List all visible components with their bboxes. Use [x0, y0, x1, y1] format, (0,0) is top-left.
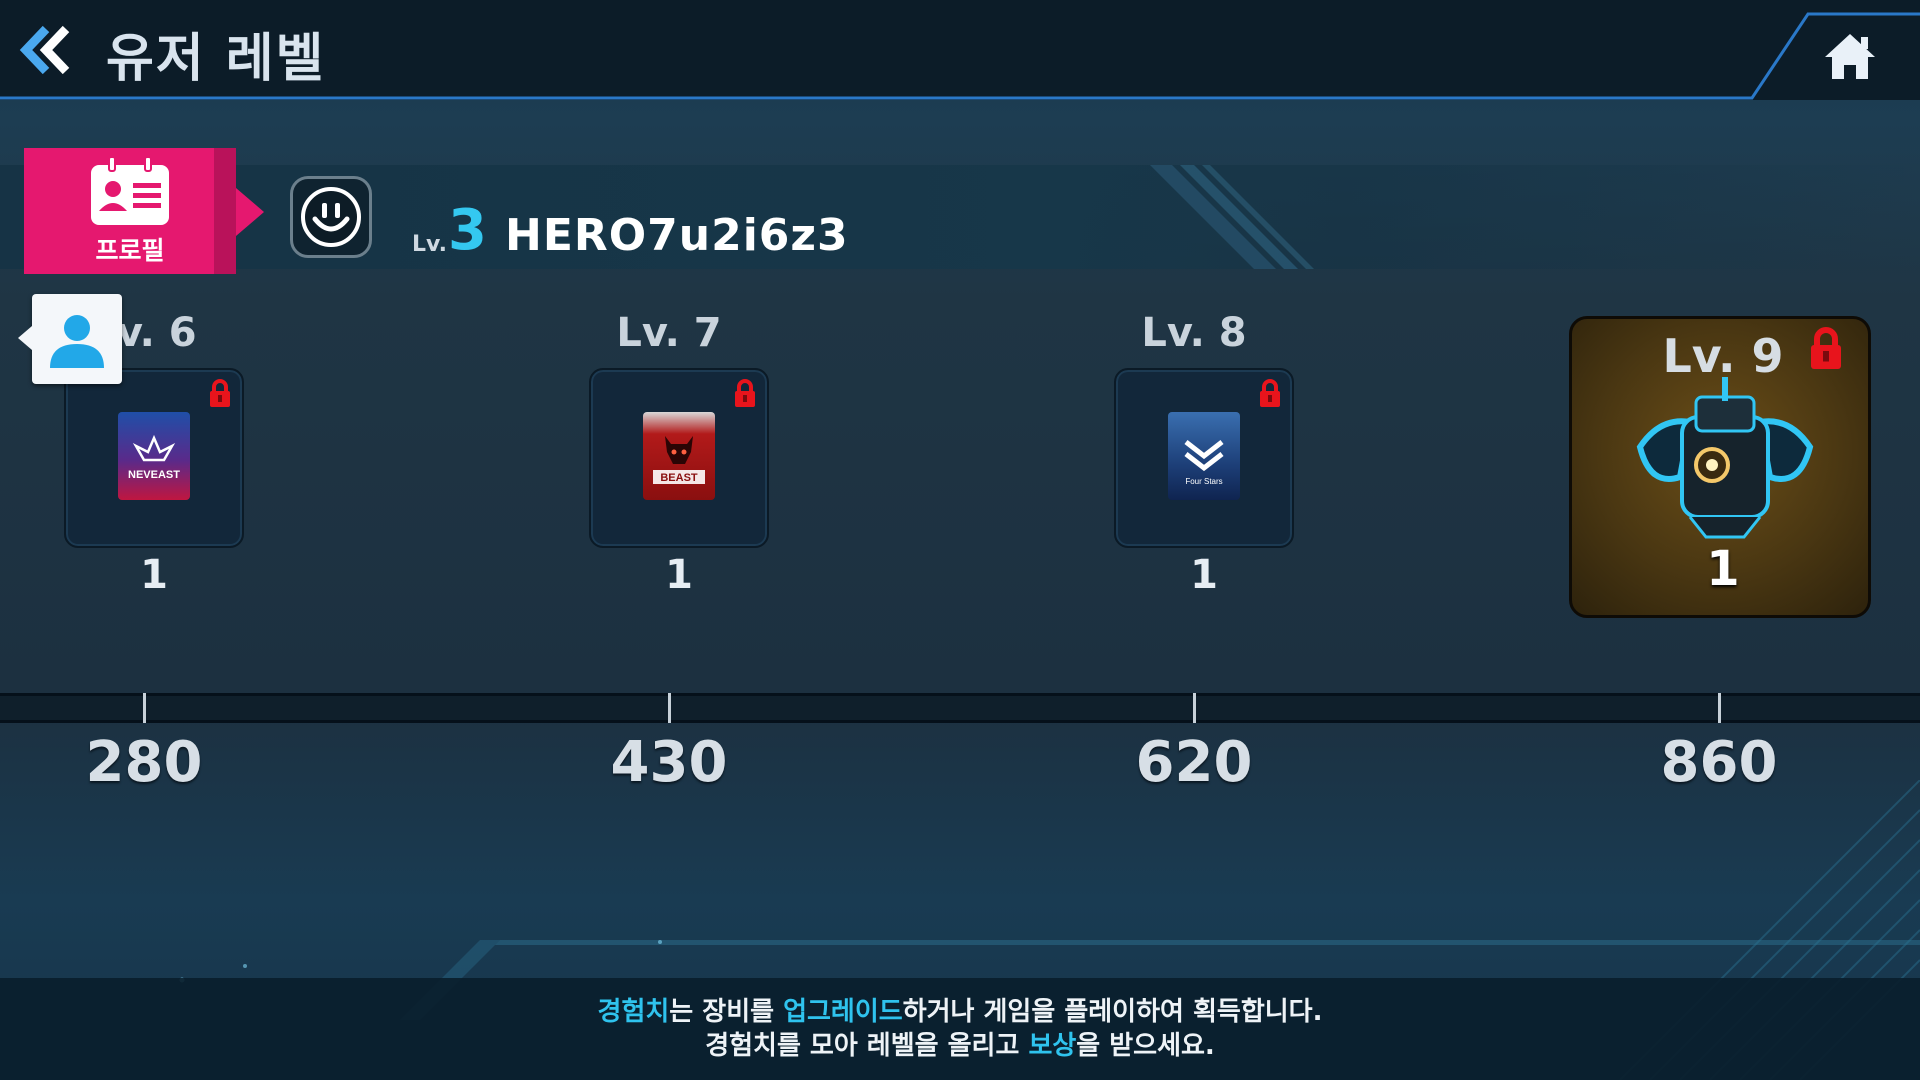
reward-quantity: 1: [140, 552, 168, 598]
back-button[interactable]: [10, 18, 80, 82]
neveast-pack-icon: NEVEAST: [118, 412, 190, 500]
reward-lv7: Lv. 7 BEAST 1: [569, 300, 769, 620]
lock-icon: [735, 379, 755, 407]
info-line-2: 경험치를 모아 레벨을 올리고 보상을 받으세요.: [705, 1029, 1215, 1063]
reward-card[interactable]: Four Stars: [1114, 368, 1294, 548]
reward-quantity: 1: [665, 552, 693, 598]
home-icon: [1825, 34, 1875, 79]
reward-card[interactable]: BEAST: [589, 368, 769, 548]
exp-progress-track: [0, 693, 1920, 723]
info-text: 경험치를 모아 레벨을 올리고: [705, 1031, 1029, 1061]
info-message-bar: 경험치는 장비를 업그레이드하거나 게임을 플레이하여 획득합니다. 경험치를 …: [0, 978, 1920, 1080]
reward-quantity: 1: [1190, 552, 1218, 598]
player-name: HERO7u2i6z3: [505, 210, 849, 261]
profile-strip: [0, 165, 1920, 269]
id-card-icon: [91, 156, 169, 225]
profile-tab[interactable]: 프로필: [24, 148, 264, 274]
pack-name: Four Stars: [1185, 477, 1222, 486]
lock-icon: [1260, 379, 1280, 407]
page-title: 유저 레벨: [106, 29, 326, 89]
profile-tab-shade: [214, 148, 236, 274]
info-text: 을 받으세요.: [1076, 1031, 1215, 1061]
home-button[interactable]: [1815, 24, 1885, 88]
highlight-reward: 보상: [1028, 1031, 1077, 1061]
top-bar: 유저 레벨: [0, 0, 1920, 100]
player-emblem[interactable]: [290, 176, 372, 258]
four-stars-pack-icon: Four Stars: [1168, 412, 1240, 500]
reward-lv8: Lv. 8 Four Stars 1: [1094, 300, 1294, 620]
strip-decoration: [1150, 165, 1314, 269]
lock-icon: [210, 379, 230, 407]
smiley-emblem-icon: [301, 187, 361, 247]
exp-tick: [1193, 693, 1196, 723]
pack-name: NEVEAST: [128, 469, 180, 481]
user-avatar-icon: [50, 315, 104, 368]
exp-tick: [143, 693, 146, 723]
highlight-upgrade: 업그레이드: [783, 997, 903, 1027]
reward-level-label: Lv. 8: [1141, 310, 1247, 356]
player-level: 3: [448, 198, 487, 263]
reward-card[interactable]: NEVEAST: [64, 368, 244, 548]
double-chevron-left-icon: [19, 25, 70, 75]
reward-level-label: Lv. 7: [616, 310, 722, 356]
reward-quantity: 1: [1706, 541, 1740, 597]
info-line-1: 경험치는 장비를 업그레이드하거나 게임을 플레이하여 획득합니다.: [598, 995, 1323, 1029]
robot-unit-icon: [1636, 377, 1814, 539]
beast-pack-icon: BEAST: [643, 412, 715, 500]
level-prefix: Lv.: [412, 232, 447, 257]
pack-name: BEAST: [660, 472, 698, 484]
user-avatar-button[interactable]: [18, 294, 122, 384]
reward-lv9-featured[interactable]: Lv. 9 1: [1569, 316, 1871, 618]
exp-tick: [668, 693, 671, 723]
info-text: 하거나 게임을 플레이하여 획득합니다.: [902, 997, 1323, 1027]
profile-tab-label: 프로필: [95, 236, 165, 265]
highlight-exp: 경험치: [597, 997, 670, 1027]
exp-tick: [1718, 693, 1721, 723]
lock-icon: [1811, 327, 1841, 369]
info-text: 는 장비를: [669, 997, 784, 1027]
